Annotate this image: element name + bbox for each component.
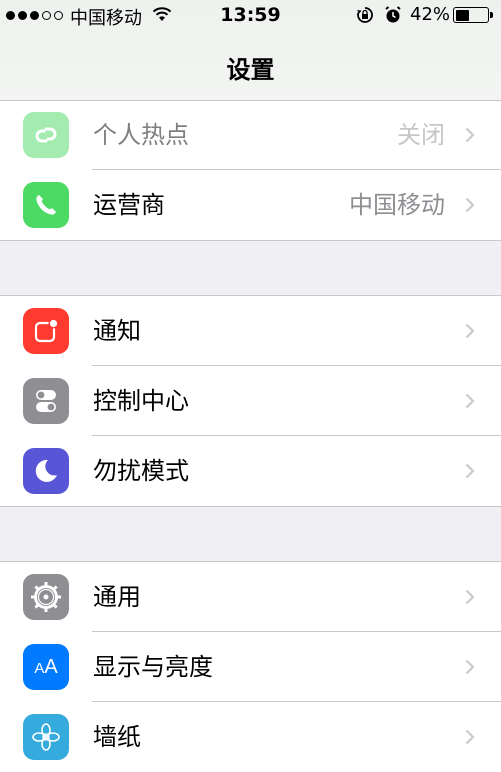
chevron-right-icon — [465, 127, 475, 143]
display-brightness-icon: AA — [23, 644, 69, 690]
chevron-right-icon — [465, 463, 475, 479]
settings-row-label: 勿扰模式 — [93, 457, 189, 485]
settings-group-network: 个人热点 关闭 运营商 中国移动 — [0, 100, 501, 241]
settings-row-carrier[interactable]: 运营商 中国移动 — [0, 170, 501, 240]
settings-row-notifications[interactable]: 通知 — [0, 296, 501, 366]
settings-row-label: 显示与亮度 — [93, 653, 213, 681]
settings-row-label: 通用 — [93, 583, 141, 611]
settings-row-label: 运营商 — [93, 191, 165, 219]
settings-row-value: 中国移动 — [349, 191, 445, 219]
settings-row-label: 个人热点 — [93, 121, 189, 149]
phone-icon — [23, 182, 69, 228]
status-bar: 中国移动 13:59 42% — [0, 0, 501, 30]
settings-row-hotspot[interactable]: 个人热点 关闭 — [0, 100, 501, 170]
settings-row-display-brightness[interactable]: AA 显示与亮度 — [0, 632, 501, 702]
moon-icon — [23, 448, 69, 494]
battery-tip — [490, 12, 493, 18]
battery-percentage: 42% — [410, 4, 451, 25]
settings-row-label: 墙纸 — [93, 723, 141, 751]
chevron-right-icon — [465, 659, 475, 675]
settings-row-value: 关闭 — [397, 121, 445, 149]
chevron-right-icon — [465, 589, 475, 605]
settings-row-label: 通知 — [93, 317, 141, 345]
notifications-icon — [23, 308, 69, 354]
settings-group-notifications: 通知 控制中心 勿扰模式 — [0, 295, 501, 507]
control-center-icon — [23, 378, 69, 424]
settings-row-wallpaper[interactable]: 墙纸 — [0, 702, 501, 772]
rotation-lock-icon — [357, 7, 373, 23]
settings-row-general[interactable]: 通用 — [0, 562, 501, 632]
battery-icon — [453, 7, 489, 23]
gear-icon — [23, 574, 69, 620]
settings-group-general: 通用 AA 显示与亮度 墙纸 — [0, 561, 501, 772]
settings-row-label: 控制中心 — [93, 387, 189, 415]
chevron-right-icon — [465, 197, 475, 213]
wallpaper-flower-icon — [23, 714, 69, 760]
page-title: 设置 — [226, 56, 275, 84]
settings-row-control-center[interactable]: 控制中心 — [0, 366, 501, 436]
chevron-right-icon — [465, 323, 475, 339]
settings-row-do-not-disturb[interactable]: 勿扰模式 — [0, 436, 501, 506]
chevron-right-icon — [465, 729, 475, 745]
alarm-clock-icon — [385, 6, 401, 23]
top-bar: 中国移动 13:59 42% 设置 — [0, 0, 501, 101]
hotspot-icon — [23, 112, 69, 158]
chevron-right-icon — [465, 393, 475, 409]
